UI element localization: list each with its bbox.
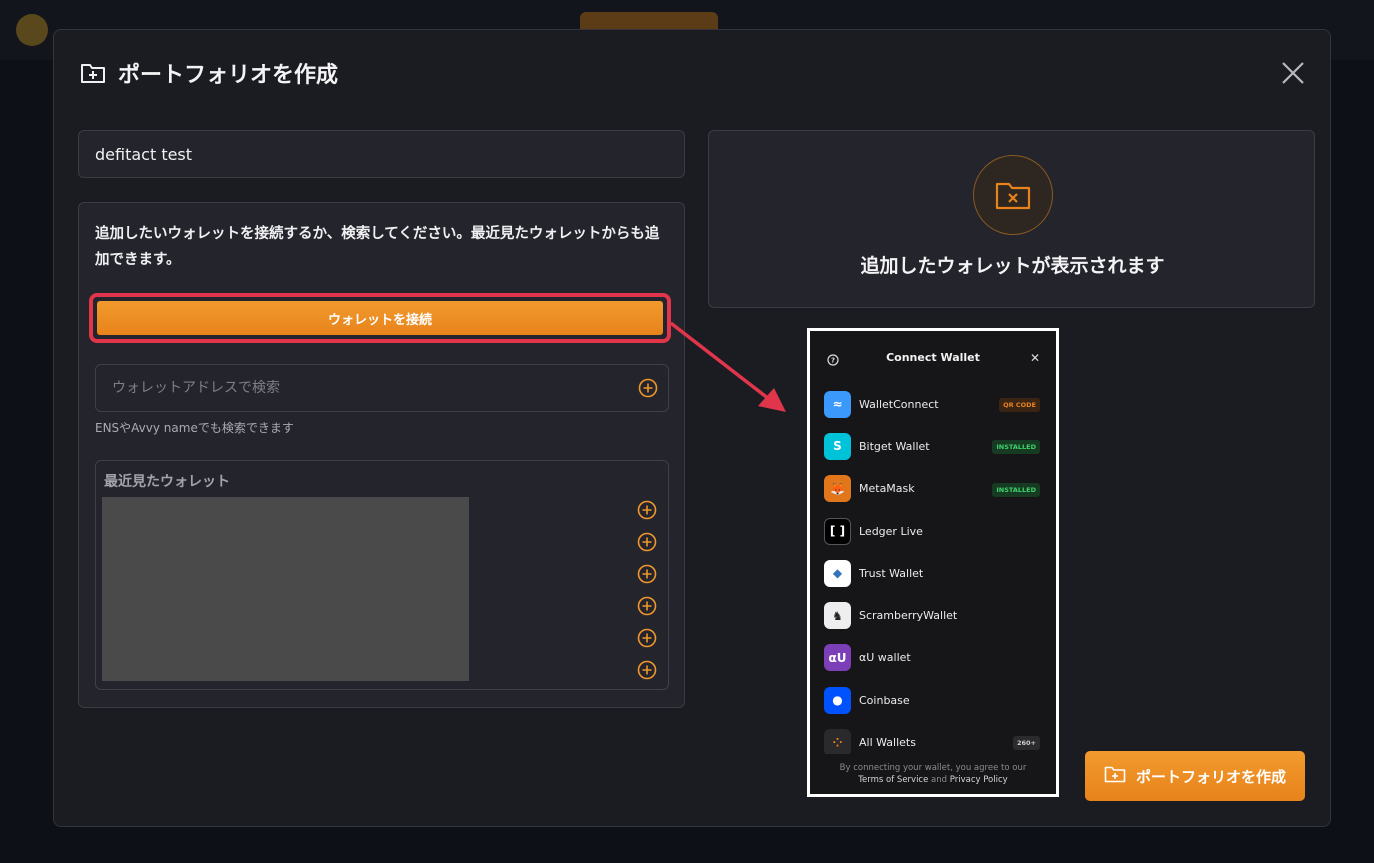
modal-header: ポートフォリオを作成 [80, 58, 338, 88]
portfolio-name-input[interactable] [78, 130, 685, 178]
wallet-option-badge: 260+ [1012, 736, 1040, 751]
walletconnect-icon: ≈ [824, 390, 851, 418]
added-wallets-placeholder: 追加したウォレットが表示されます [860, 255, 1165, 277]
wallet-list: ≈ WalletConnect QR CODE S Bitget Wallet INSTA… [810, 383, 1056, 764]
wallet-add-panel: 追加したいウォレットを接続するか、検索してください。最近見たウォレットからも追加… [78, 202, 685, 708]
modal-title: ポートフォリオを作成 [118, 63, 339, 88]
wallet-option-name: WalletConnect [859, 397, 939, 411]
all-wallets-icon: ⁘ [824, 729, 851, 757]
close-button[interactable] [1278, 58, 1308, 88]
bitget-icon: S [824, 432, 851, 460]
empty-wallet-icon [973, 155, 1053, 235]
metamask-icon: 🦊 [824, 475, 851, 503]
wallet-option[interactable]: [ ] Ledger Live [810, 510, 1056, 552]
wallet-option-badge: INSTALLED [992, 440, 1040, 455]
add-circle-icon[interactable] [637, 596, 657, 616]
terms-of-service-link[interactable]: Terms of Service [858, 775, 928, 785]
recent-wallets-box: 最近見たウォレット [95, 460, 669, 690]
connect-wallet-highlight: ウォレットを接続 [89, 293, 671, 343]
create-portfolio-label[interactable]: ポートフォリオを作成 [1136, 766, 1286, 787]
wallet-option[interactable]: ● Coinbase [810, 679, 1056, 721]
privacy-policy-link[interactable]: Privacy Policy [950, 775, 1008, 785]
wallet-address-search-input[interactable] [112, 365, 612, 411]
ledger-icon: [ ] [824, 517, 851, 545]
wallet-instructions: 追加したいウォレットを接続するか、検索してください。最近見たウォレットからも追加… [95, 226, 660, 268]
added-wallets-preview: 追加したウォレットが表示されます [708, 130, 1315, 308]
wallet-option-name: MetaMask [859, 482, 915, 496]
recent-wallets-title: 最近見たウォレット [104, 474, 230, 490]
connect-wallet-header: ? Connect Wallet ✕ [810, 331, 1056, 383]
terms-and-text: and [931, 775, 948, 785]
wallet-option[interactable]: αU αU wallet [810, 637, 1056, 679]
trust-wallet-icon: ◆ [824, 559, 851, 587]
wallet-option-name: Coinbase [859, 693, 910, 707]
recent-wallets-redacted [102, 497, 469, 681]
create-portfolio-modal: ポートフォリオを作成 追加したいウォレットを接続するか、検索してください。最近見… [53, 29, 1331, 827]
add-circle-icon[interactable] [637, 564, 657, 584]
wallet-option[interactable]: ♞ ScramberryWallet [810, 594, 1056, 636]
folder-plus-icon[interactable] [1104, 765, 1126, 787]
connect-wallet-button[interactable]: ウォレットを接続 [97, 301, 663, 335]
add-circle-icon[interactable] [638, 378, 658, 398]
scramberry-icon: ♞ [824, 602, 851, 630]
connect-wallet-title: Connect Wallet [886, 351, 980, 364]
wallet-option[interactable]: ◆ Trust Wallet [810, 552, 1056, 594]
wallet-option-name: αU wallet [859, 651, 911, 665]
add-circle-icon[interactable] [637, 660, 657, 680]
search-hint: ENSやAvvy nameでも検索できます [95, 421, 294, 435]
arrow-annotation-icon [670, 322, 786, 412]
wallet-option[interactable]: 🦊 MetaMask INSTALLED [810, 468, 1056, 510]
connect-wallet-footer: By connecting your wallet, you agree to … [810, 754, 1056, 794]
wallet-option-name: Bitget Wallet [859, 439, 930, 453]
au-wallet-icon: αU [824, 644, 851, 672]
wallet-option-badge: INSTALLED [992, 482, 1040, 497]
add-circle-icon[interactable] [637, 628, 657, 648]
coinbase-icon: ● [824, 686, 851, 714]
wallet-option[interactable]: ≈ WalletConnect QR CODE [810, 383, 1056, 425]
wallet-option-name: All Wallets [859, 736, 916, 750]
wallet-option-name: Trust Wallet [859, 566, 924, 580]
create-portfolio-button[interactable]: ポートフォリオを作成 [1085, 751, 1305, 801]
close-icon[interactable]: ✕ [1030, 352, 1040, 364]
add-circle-icon[interactable] [637, 532, 657, 552]
close-icon[interactable] [1278, 62, 1308, 92]
wallet-option-name: ScramberryWallet [859, 609, 958, 623]
connect-wallet-popup: ? Connect Wallet ✕ ≈ WalletConnect QR CODE… [807, 328, 1059, 797]
folder-plus-icon [80, 62, 106, 84]
wallet-option[interactable]: S Bitget Wallet INSTALLED [810, 425, 1056, 467]
wallet-search-box [95, 364, 669, 412]
wallet-option-name: Ledger Live [859, 524, 923, 538]
add-circle-icon[interactable] [637, 500, 657, 520]
app-logo [16, 14, 48, 46]
wallet-option-badge: QR CODE [999, 398, 1040, 412]
terms-text: By connecting your wallet, you agree to … [839, 763, 1027, 773]
